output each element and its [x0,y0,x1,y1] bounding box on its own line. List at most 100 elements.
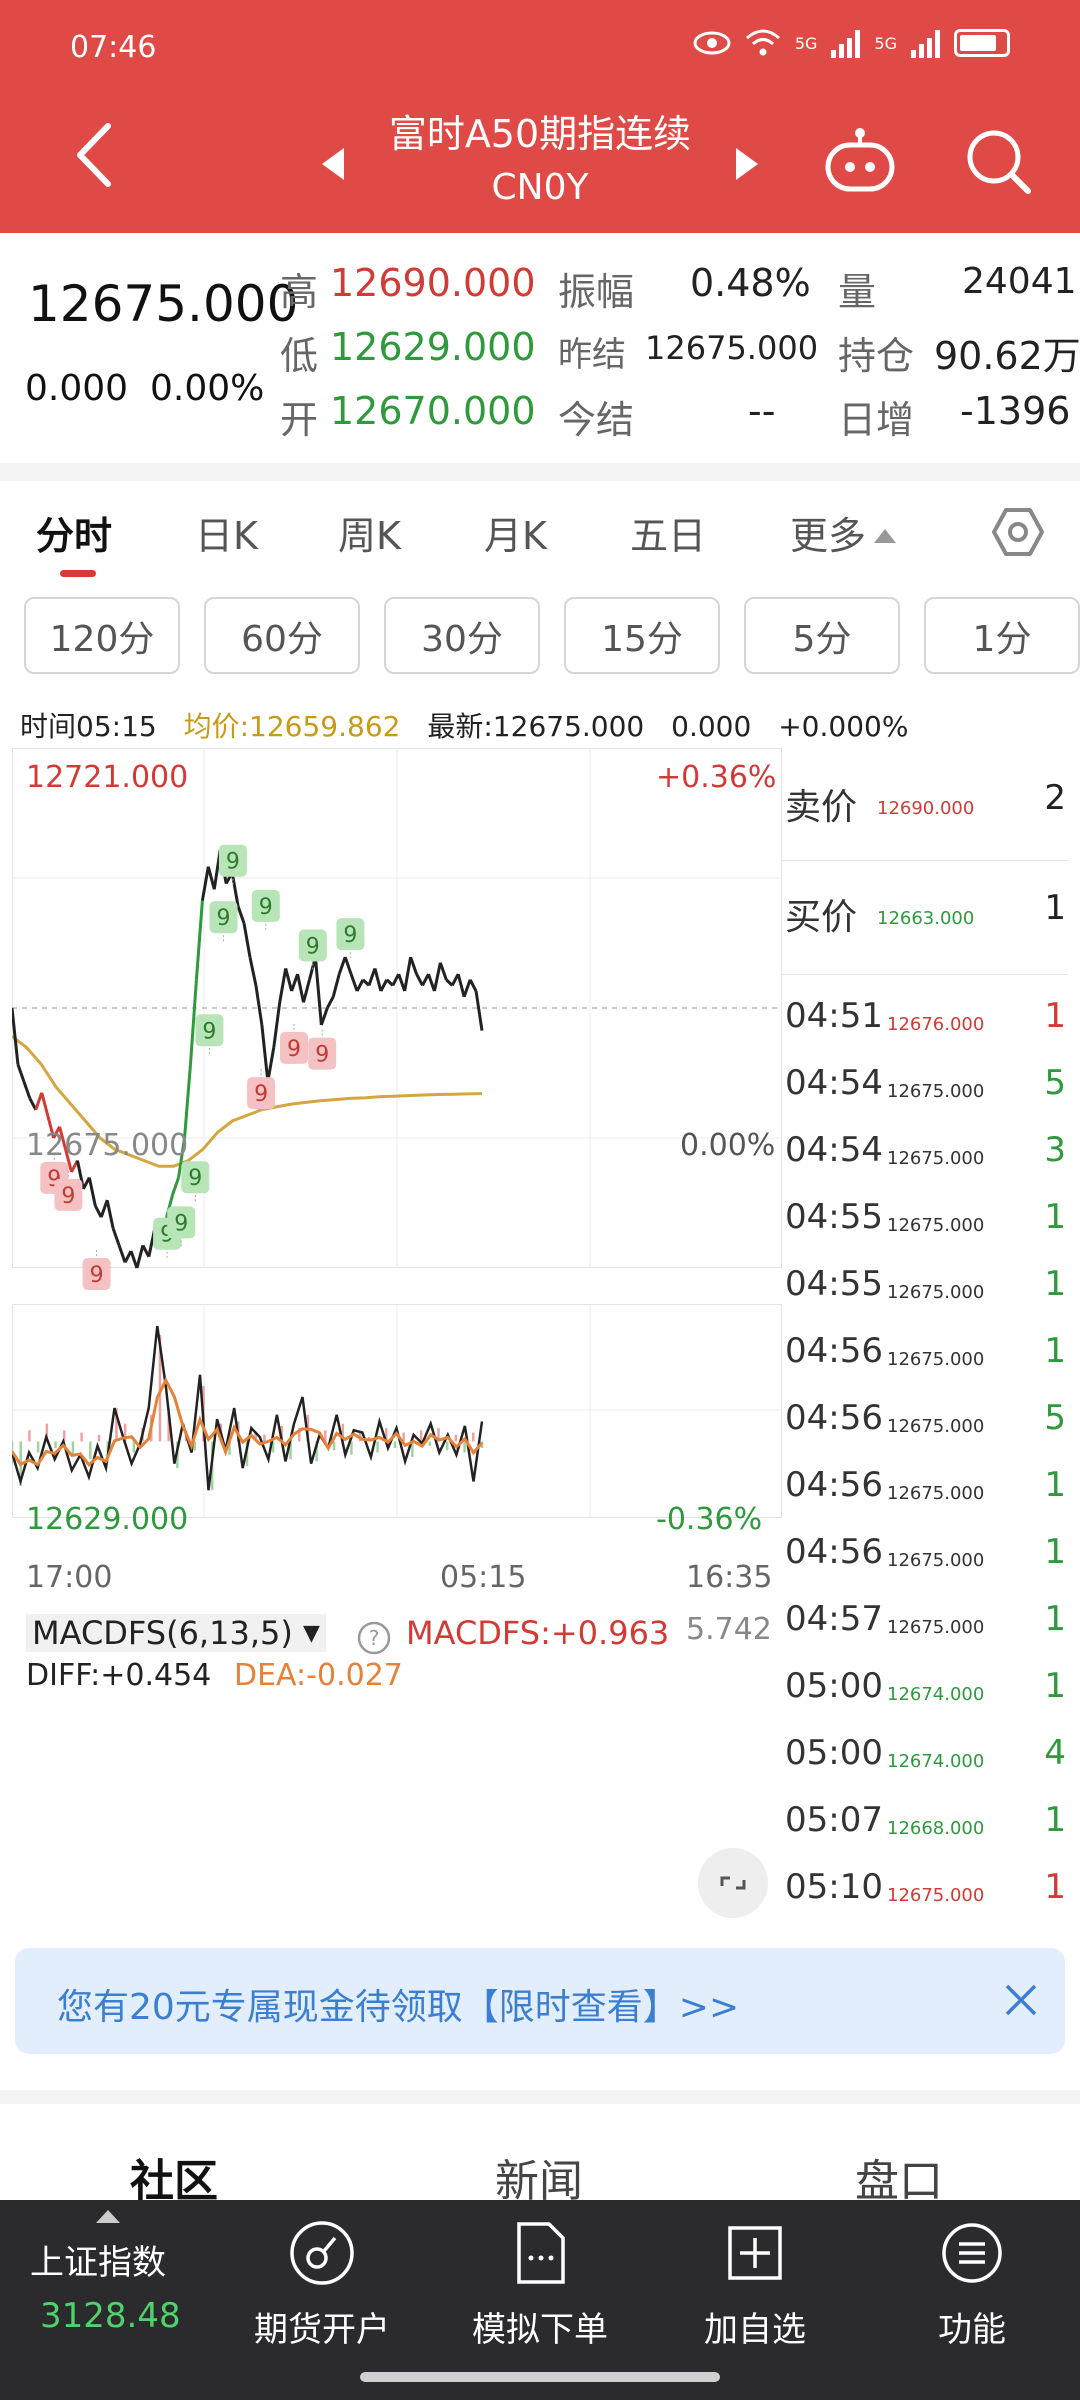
promo-text: 您有20元专属现金待领取【限时查看】>> [57,1987,740,2028]
daily-change-value: -1396 [960,389,1071,433]
trade-price: 12675.000 [887,1148,985,1169]
tab-intraday[interactable]: 分时 [36,505,112,560]
td-marker-label: 9 [254,1082,268,1107]
price-segment [230,872,240,907]
trade-volume: 4 [1044,1733,1066,1773]
macd-indicator-selector[interactable]: MACDFS(6,13,5) ▼ [26,1614,326,1652]
contract-title: 富时A50期指连续 [388,112,692,156]
td-marker-label: 9 [315,1043,329,1068]
price-segment [16,1064,26,1082]
trade-row: 05:07 12668.000 1 [782,1800,1068,1860]
crosshair-info-line: 时间05:15 均价:12659.862 最新:12675.000 0.000 … [20,705,926,745]
section-divider [0,463,1080,481]
axis-time-start: 17:00 [26,1560,113,1595]
open-label: 开 [280,398,319,442]
nav-open-account[interactable]: 期货开户 [232,2200,412,2400]
tab-daily-k[interactable]: 日K [195,505,258,560]
ask-price: 12690.000 [877,798,975,819]
period-60min[interactable]: 60分 [204,597,360,674]
settings-icon[interactable] [992,506,1044,558]
expand-up-icon[interactable] [96,2210,120,2223]
trade-price: 12675.000 [887,1416,985,1437]
axis-price-high: 12721.000 [26,760,189,795]
search-icon[interactable] [962,125,1034,197]
open-interest-label: 持仓 [838,334,915,378]
axis-price-low: 12629.000 [26,1502,189,1537]
td-marker-label: 9 [343,923,357,948]
price-segment [254,985,264,1026]
index-name[interactable]: 上证指数 [30,2235,166,2284]
fullscreen-button[interactable] [698,1848,768,1918]
macd-name: MACDFS(6,13,5) [32,1614,293,1652]
axis-pct-low: -0.36% [656,1502,763,1537]
amplitude-label: 振幅 [558,270,635,314]
axis-price-mid: 12675.000 [26,1128,189,1163]
period-120min[interactable]: 120分 [24,597,180,674]
price-segment [355,979,365,992]
td-marker-label: 9 [217,906,231,931]
tab-more[interactable]: 更多 [790,505,897,560]
info-avg-price: 均价:12659.862 [183,710,401,743]
close-icon[interactable] [1001,1980,1041,2020]
back-arrow-icon[interactable] [60,120,130,190]
nav-functions[interactable]: 功能 [882,2200,1062,2400]
price-segment [349,973,359,992]
price-segment [34,1092,44,1111]
trade-row: 04:55 12675.000 1 [782,1197,1068,1257]
price-segment [105,1199,115,1229]
promo-banner[interactable]: 您有20元专属现金待领取【限时查看】>> [15,1948,1065,2054]
price-segment [278,968,288,1003]
price-segment [474,990,484,1031]
price-segment [194,900,204,980]
price-segment [266,1047,276,1082]
td-marker-label: 9 [188,1166,202,1191]
eye-icon [693,31,731,55]
signal-icon-1 [831,28,861,58]
nav-add-watchlist[interactable]: 加自选 [665,2200,845,2400]
period-5min[interactable]: 5分 [744,597,900,674]
info-time: 时间05:15 [20,710,157,743]
tab-five-day[interactable]: 五日 [630,505,706,560]
period-30min[interactable]: 30分 [384,597,540,674]
td-marker-label: 9 [174,1211,188,1236]
caret-up-icon [874,529,897,543]
trade-price: 12675.000 [887,1215,985,1236]
next-contract-icon[interactable] [736,148,758,180]
home-indicator[interactable] [360,2372,720,2382]
nav-sim-order[interactable]: 模拟下单 [450,2200,630,2400]
trade-row: 04:51 12676.000 1 [782,996,1068,1056]
network-type-2: 5G [874,33,897,53]
trade-row: 04:56 12675.000 5 [782,1398,1068,1458]
price-segment [367,967,377,986]
contract-code: CN0Y [491,167,589,208]
trade-time: 04:55 [785,1264,883,1304]
tab-monthly-k[interactable]: 月K [484,505,547,560]
tab-weekly-k[interactable]: 周K [338,505,401,560]
settle-label: 今结 [558,398,635,442]
help-icon[interactable]: ? [356,1620,392,1656]
trade-volume: 3 [1044,1130,1066,1170]
price-segment [22,1080,32,1099]
trade-time: 04:51 [785,996,883,1036]
macdfs-value: MACDFS:+0.963 [406,1614,670,1652]
prev-settle-value: 12675.000 [645,329,819,367]
trade-time: 04:54 [785,1063,883,1103]
ask-row: 卖价 12690.000 2 [782,778,1068,838]
amplitude-value: 0.48% [690,261,811,305]
assistant-face-icon[interactable] [822,125,898,195]
trade-volume: 1 [1044,1465,1066,1505]
trade-time: 04:56 [785,1331,883,1371]
trade-price: 12674.000 [887,1684,985,1705]
axis-pct-high: +0.36% [656,760,777,795]
period-15min[interactable]: 15分 [564,597,720,674]
trade-volume: 1 [1044,1331,1066,1371]
status-time: 07:46 [70,30,157,65]
trade-volume: 1 [1044,1197,1066,1237]
period-1min[interactable]: 1分 [924,597,1080,674]
trade-row: 05:10 12675.000 1 [782,1867,1068,1927]
price-segment [296,973,305,1003]
trade-time: 04:56 [785,1398,883,1438]
trade-time: 05:10 [785,1867,883,1907]
td-marker-label: 9 [202,1019,216,1044]
trade-price: 12676.000 [887,1014,985,1035]
